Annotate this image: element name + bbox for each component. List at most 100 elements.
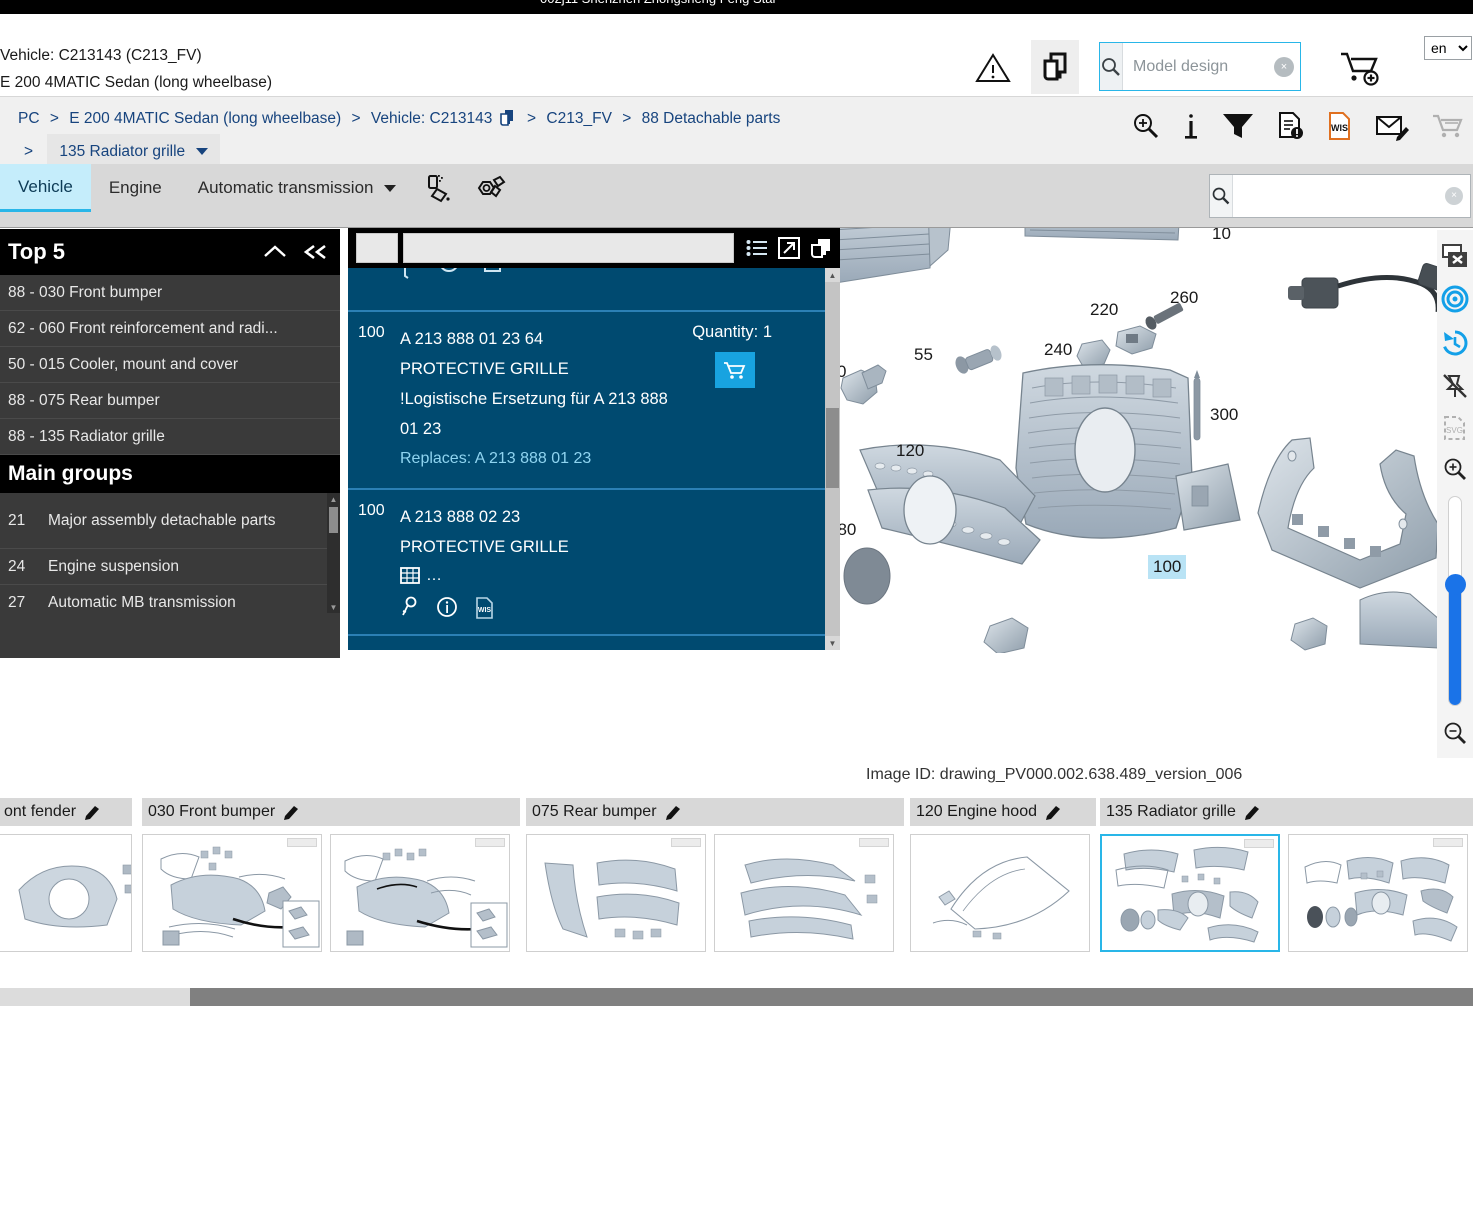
- model-search-input[interactable]: [1123, 43, 1368, 90]
- search-icon[interactable]: [1210, 175, 1233, 217]
- drawing-label-120[interactable]: 120: [896, 441, 924, 461]
- grid-table-icon[interactable]: [400, 566, 422, 586]
- drawing-label-180[interactable]: 180: [840, 520, 856, 540]
- scrollbar-thumb[interactable]: [826, 408, 839, 488]
- scroll-down-arrow-icon[interactable]: ▼: [825, 636, 840, 650]
- cart-add-icon[interactable]: [1338, 50, 1386, 88]
- search-icon[interactable]: [1100, 43, 1123, 90]
- parts-row-partial-top[interactable]: [348, 268, 840, 312]
- breadcrumb-item-vehicle[interactable]: Vehicle: C213143: [371, 110, 493, 127]
- parts-list-scrollbar[interactable]: ▲ ▼: [825, 268, 840, 650]
- thumbnail-card[interactable]: [142, 834, 322, 952]
- drawing-label-10[interactable]: 10: [1212, 228, 1231, 244]
- thumbnail-group-header[interactable]: ont fender: [0, 798, 132, 826]
- scroll-up-arrow-icon[interactable]: ▲: [327, 493, 340, 505]
- thumbnail-card[interactable]: [330, 834, 510, 952]
- parts-search-clear-button[interactable]: ×: [1445, 187, 1463, 205]
- drawing-label-240[interactable]: 240: [1044, 340, 1072, 360]
- zoom-in-icon[interactable]: [1131, 111, 1161, 141]
- list-view-icon[interactable]: [746, 238, 768, 258]
- history-reset-icon[interactable]: [1440, 328, 1470, 358]
- edit-icon[interactable]: [665, 804, 682, 821]
- top5-item-4[interactable]: 88 - 135 Radiator grille: [0, 419, 340, 455]
- pin-off-icon[interactable]: [1441, 372, 1469, 400]
- double-chevron-left-icon[interactable]: [302, 243, 330, 261]
- filter-icon[interactable]: [1221, 111, 1255, 141]
- parts-filter-button[interactable]: [356, 233, 398, 263]
- mail-edit-icon[interactable]: [1375, 111, 1409, 141]
- close-window-icon[interactable]: [1441, 244, 1469, 270]
- main-group-item-21[interactable]: 21 Major assembly detachable parts: [0, 493, 340, 549]
- edit-icon[interactable]: [84, 804, 101, 821]
- info-circle-icon[interactable]: [436, 596, 458, 620]
- add-to-cart-icon[interactable]: [715, 352, 755, 388]
- scrollbar-thumb[interactable]: [329, 507, 338, 533]
- top5-item-1[interactable]: 62 - 060 Front reinforcement and radi...: [0, 311, 340, 347]
- scroll-up-arrow-icon[interactable]: ▲: [825, 268, 840, 282]
- breadcrumb-item-group[interactable]: 88 Detachable parts: [642, 110, 781, 127]
- drawing-label-55[interactable]: 55: [914, 345, 933, 365]
- wis-document-icon[interactable]: WIS: [1327, 111, 1353, 141]
- thumbnail-group-header[interactable]: 135 Radiator grille: [1100, 798, 1473, 826]
- top5-item-0[interactable]: 88 - 030 Front bumper: [0, 275, 340, 311]
- main-groups-scrollbar[interactable]: ▲ ▼: [327, 493, 340, 613]
- key-icon[interactable]: [400, 596, 420, 620]
- thumbnail-horizontal-scrollbar[interactable]: [0, 988, 1473, 1006]
- zoom-in-icon[interactable]: [1442, 456, 1468, 482]
- copy-documents-icon[interactable]: [1031, 40, 1079, 94]
- paint-spray-icon[interactable]: [414, 164, 464, 212]
- edit-icon[interactable]: [283, 804, 300, 821]
- target-focus-icon[interactable]: [1440, 284, 1470, 314]
- scroll-down-arrow-icon[interactable]: ▼: [327, 601, 340, 613]
- tab-automatic-transmission[interactable]: Automatic transmission: [180, 164, 414, 212]
- info-icon[interactable]: [1183, 111, 1199, 141]
- part-grid-row[interactable]: …: [400, 566, 840, 586]
- wis-document-icon[interactable]: WIS: [474, 596, 496, 620]
- chevron-up-icon[interactable]: [262, 243, 288, 261]
- parts-row[interactable]: 100 A 213 888 02 23 PROTECTIVE GRILLE …: [348, 490, 840, 636]
- thumbnail-group-header[interactable]: 120 Engine hood: [910, 798, 1096, 826]
- main-group-item-24[interactable]: 24 Engine suspension: [0, 549, 340, 585]
- edit-icon[interactable]: [1244, 804, 1261, 821]
- tab-vehicle[interactable]: Vehicle: [0, 164, 91, 212]
- bolt-nut-icon[interactable]: [464, 164, 516, 212]
- thumbnail-card[interactable]: [910, 834, 1090, 952]
- zoom-slider-knob[interactable]: [1445, 574, 1466, 595]
- document-alert-icon[interactable]: [1277, 111, 1305, 141]
- expand-icon[interactable]: [778, 237, 800, 259]
- copy-icon[interactable]: [499, 109, 515, 126]
- breadcrumb-item-pc[interactable]: PC: [18, 110, 40, 127]
- thumbnail-group-header[interactable]: 030 Front bumper: [142, 798, 520, 826]
- thumbnail-card[interactable]: [0, 834, 132, 952]
- parts-row[interactable]: 100 A 213 888 01 23 64 PROTECTIVE GRILLE…: [348, 312, 840, 490]
- copy-icon[interactable]: [810, 237, 832, 259]
- scrollbar-thumb[interactable]: [190, 988, 1473, 1006]
- model-search-clear-button[interactable]: ×: [1274, 56, 1294, 77]
- warning-triangle-icon[interactable]: [975, 52, 1011, 84]
- drawing-label-220[interactable]: 220: [1090, 300, 1118, 320]
- drawing-label-100-selected[interactable]: 100: [1148, 555, 1187, 579]
- thumbnail-card[interactable]: [714, 834, 894, 952]
- model-search-box[interactable]: ×: [1099, 42, 1368, 91]
- zoom-out-icon[interactable]: [1442, 720, 1468, 746]
- zoom-slider[interactable]: [1445, 496, 1466, 706]
- edit-icon[interactable]: [1045, 804, 1062, 821]
- breadcrumb-item-model[interactable]: E 200 4MATIC Sedan (long wheelbase): [69, 110, 341, 127]
- parts-panel-input[interactable]: [403, 233, 734, 263]
- top5-item-2[interactable]: 50 - 015 Cooler, mount and cover: [0, 347, 340, 383]
- cart-icon[interactable]: [1431, 111, 1465, 141]
- thumbnail-card-selected[interactable]: [1100, 834, 1280, 952]
- thumbnail-card[interactable]: [526, 834, 706, 952]
- parts-search-input[interactable]: [1233, 175, 1470, 217]
- breadcrumb-item-variant[interactable]: C213_FV: [546, 110, 611, 127]
- technical-drawing-canvas[interactable]: 10 260 220 240 55 0 300 120 180 100: [840, 228, 1473, 653]
- thumbnail-group-header[interactable]: 075 Rear bumper: [526, 798, 904, 826]
- thumbnail-card[interactable]: [1288, 834, 1468, 952]
- language-select[interactable]: en: [1424, 36, 1472, 60]
- parts-search-box[interactable]: ×: [1209, 174, 1471, 218]
- drawing-label-260[interactable]: 260: [1170, 288, 1198, 308]
- drawing-label-0[interactable]: 0: [840, 362, 846, 382]
- tab-engine[interactable]: Engine: [91, 164, 180, 212]
- main-group-item-27[interactable]: 27 Automatic MB transmission: [0, 585, 340, 613]
- top5-item-3[interactable]: 88 - 075 Rear bumper: [0, 383, 340, 419]
